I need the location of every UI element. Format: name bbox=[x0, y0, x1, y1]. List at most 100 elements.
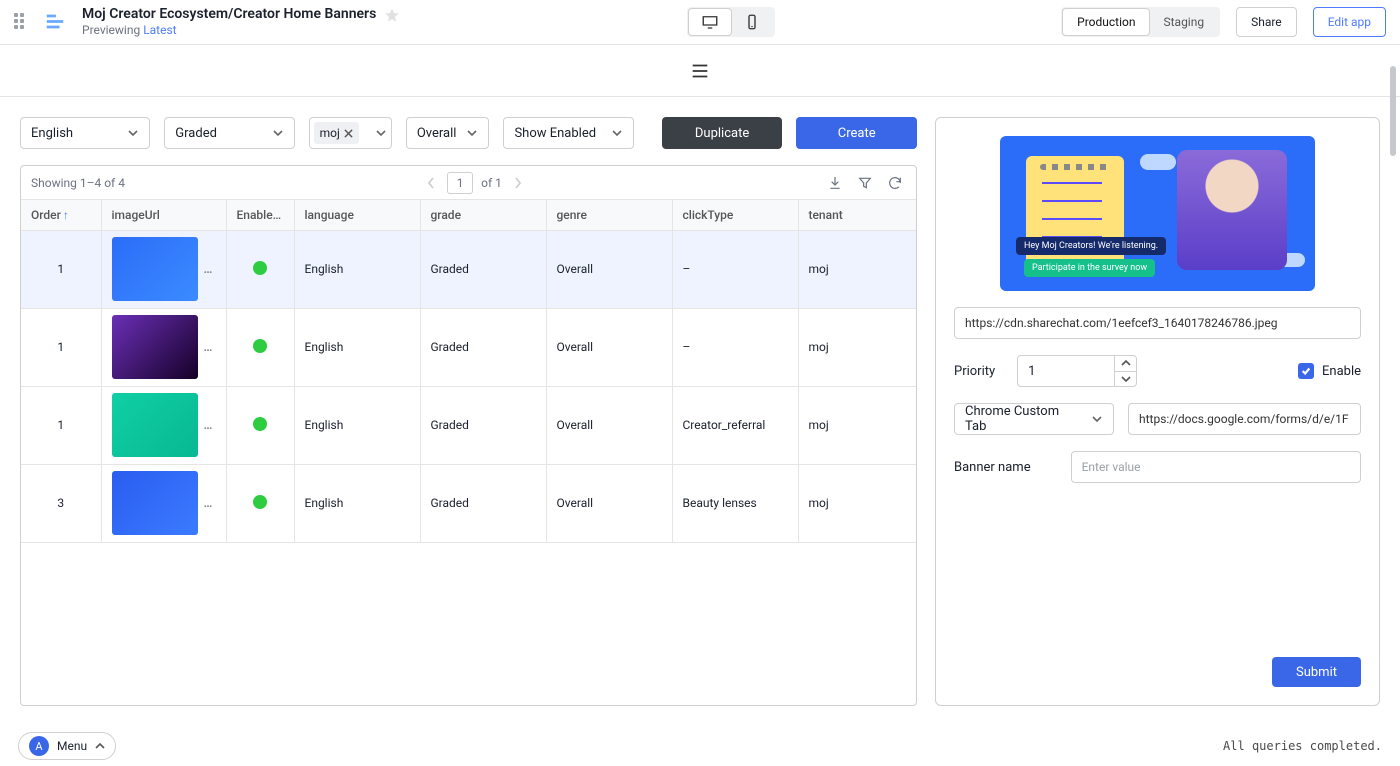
cell-image: … bbox=[101, 230, 226, 308]
tenant-select[interactable]: moj bbox=[309, 117, 392, 149]
row-more-icon[interactable]: … bbox=[204, 340, 214, 354]
create-button[interactable]: Create bbox=[796, 117, 917, 149]
cell-image: … bbox=[101, 464, 226, 542]
thumbnail bbox=[112, 471, 198, 535]
row-more-icon[interactable]: … bbox=[204, 496, 214, 510]
chevron-down-icon bbox=[1091, 413, 1103, 425]
env-production-button[interactable]: Production bbox=[1063, 9, 1149, 35]
priority-value[interactable]: 1 bbox=[1018, 356, 1114, 386]
enable-checkbox[interactable]: Enable bbox=[1298, 363, 1361, 379]
cell-genre: Overall bbox=[546, 230, 672, 308]
page-next-button[interactable] bbox=[510, 177, 526, 189]
device-desktop-button[interactable] bbox=[689, 9, 731, 35]
banner-name-input[interactable]: Enter value bbox=[1071, 451, 1361, 483]
download-icon[interactable] bbox=[824, 172, 846, 194]
device-mobile-button[interactable] bbox=[731, 9, 773, 35]
row-more-icon[interactable]: … bbox=[204, 262, 214, 276]
chevron-down-icon bbox=[127, 127, 139, 139]
version-link[interactable]: Latest bbox=[143, 23, 176, 37]
priority-stepper[interactable]: 1 bbox=[1017, 355, 1137, 387]
refresh-icon[interactable] bbox=[884, 172, 906, 194]
banner-caption-1: Hey Moj Creators! We're listening. bbox=[1016, 237, 1166, 255]
table-summary: Showing 1–4 of 4 bbox=[31, 176, 125, 190]
user-menu[interactable]: A Menu bbox=[18, 732, 116, 760]
show-enabled-select[interactable]: Show Enabled bbox=[503, 117, 633, 149]
table-row[interactable]: 1…EnglishGradedOverallCreator_referralmo… bbox=[21, 386, 916, 464]
column-grade[interactable]: grade bbox=[420, 200, 546, 230]
priority-label: Priority bbox=[954, 364, 995, 379]
cell-language: English bbox=[294, 386, 420, 464]
cell-tenant: moj bbox=[798, 308, 916, 386]
chevron-down-icon bbox=[611, 127, 623, 139]
tag-remove-icon[interactable] bbox=[344, 129, 353, 138]
cell-tenant: moj bbox=[798, 464, 916, 542]
column-clicktype[interactable]: clickType bbox=[672, 200, 798, 230]
priority-down-button[interactable] bbox=[1115, 371, 1136, 387]
cell-genre: Overall bbox=[546, 464, 672, 542]
table-row[interactable]: 1…EnglishGradedOverall–moj bbox=[21, 308, 916, 386]
cell-clicktype: – bbox=[672, 308, 798, 386]
cell-order: 1 bbox=[21, 308, 101, 386]
cell-enabled bbox=[226, 464, 294, 542]
genre-select[interactable]: Overall bbox=[406, 117, 490, 149]
app-subtitle: Previewing Latest bbox=[82, 23, 400, 38]
table-row[interactable]: 3…EnglishGradedOverallBeauty lensesmoj bbox=[21, 464, 916, 542]
column-imageurl[interactable]: imageUrl bbox=[101, 200, 226, 230]
enabled-dot-icon bbox=[253, 417, 267, 431]
cell-genre: Overall bbox=[546, 386, 672, 464]
grade-select[interactable]: Graded bbox=[164, 117, 294, 149]
column-tenant[interactable]: tenant bbox=[798, 200, 916, 230]
share-button[interactable]: Share bbox=[1236, 7, 1297, 37]
cell-clicktype: Beauty lenses bbox=[672, 464, 798, 542]
drag-handle-icon[interactable] bbox=[14, 13, 28, 31]
page-prev-button[interactable] bbox=[423, 177, 439, 189]
cell-clicktype: Creator_referral bbox=[672, 386, 798, 464]
cell-grade: Graded bbox=[420, 230, 546, 308]
cell-language: English bbox=[294, 230, 420, 308]
column-language[interactable]: language bbox=[294, 200, 420, 230]
column-order[interactable]: Order↑ bbox=[21, 200, 101, 230]
status-text: All queries completed. bbox=[1223, 739, 1382, 753]
page-number-input[interactable]: 1 bbox=[447, 172, 473, 194]
cell-grade: Graded bbox=[420, 464, 546, 542]
row-more-icon[interactable]: … bbox=[204, 418, 214, 432]
banners-table: Showing 1–4 of 4 1 of 1 Order↑ bbox=[20, 165, 917, 706]
enabled-dot-icon bbox=[253, 261, 267, 275]
enable-label: Enable bbox=[1322, 364, 1361, 379]
star-icon[interactable] bbox=[384, 7, 400, 23]
cell-grade: Graded bbox=[420, 308, 546, 386]
cell-grade: Graded bbox=[420, 386, 546, 464]
banner-caption-2: Participate in the survey now bbox=[1024, 259, 1155, 277]
click-url-input[interactable]: https://docs.google.com/forms/d/e/1F bbox=[1128, 403, 1361, 435]
app-title: Moj Creator Ecosystem/Creator Home Banne… bbox=[82, 6, 376, 24]
chevron-down-icon bbox=[272, 127, 284, 139]
priority-up-button[interactable] bbox=[1115, 356, 1136, 371]
page-of-label: of 1 bbox=[481, 176, 502, 190]
env-toggle: Production Staging bbox=[1061, 7, 1220, 37]
language-select[interactable]: English bbox=[20, 117, 150, 149]
detail-panel: Hey Moj Creators! We're listening. Parti… bbox=[935, 117, 1380, 706]
thumbnail bbox=[112, 315, 198, 379]
hamburger-menu-button[interactable] bbox=[688, 59, 712, 83]
filter-icon[interactable] bbox=[854, 172, 876, 194]
table-row[interactable]: 1…EnglishGradedOverall–moj bbox=[21, 230, 916, 308]
click-type-select[interactable]: Chrome Custom Tab bbox=[954, 403, 1114, 435]
cell-language: English bbox=[294, 308, 420, 386]
env-staging-button[interactable]: Staging bbox=[1149, 9, 1218, 35]
avatar: A bbox=[29, 736, 49, 756]
column-genre[interactable]: genre bbox=[546, 200, 672, 230]
submit-button[interactable]: Submit bbox=[1272, 657, 1361, 687]
edit-app-button[interactable]: Edit app bbox=[1313, 7, 1386, 37]
sort-asc-icon: ↑ bbox=[63, 208, 69, 222]
column-enabled[interactable]: Enable… bbox=[226, 200, 294, 230]
page-scrollbar[interactable] bbox=[1388, 46, 1398, 726]
chevron-down-icon bbox=[466, 127, 478, 139]
image-url-input[interactable]: https://cdn.sharechat.com/1eefcef3_16401… bbox=[954, 307, 1361, 339]
cell-order: 1 bbox=[21, 230, 101, 308]
tenant-tag: moj bbox=[314, 122, 359, 144]
menu-label: Menu bbox=[57, 739, 87, 753]
cell-image: … bbox=[101, 386, 226, 464]
duplicate-button[interactable]: Duplicate bbox=[662, 117, 783, 149]
cell-enabled bbox=[226, 386, 294, 464]
enabled-dot-icon bbox=[253, 339, 267, 353]
